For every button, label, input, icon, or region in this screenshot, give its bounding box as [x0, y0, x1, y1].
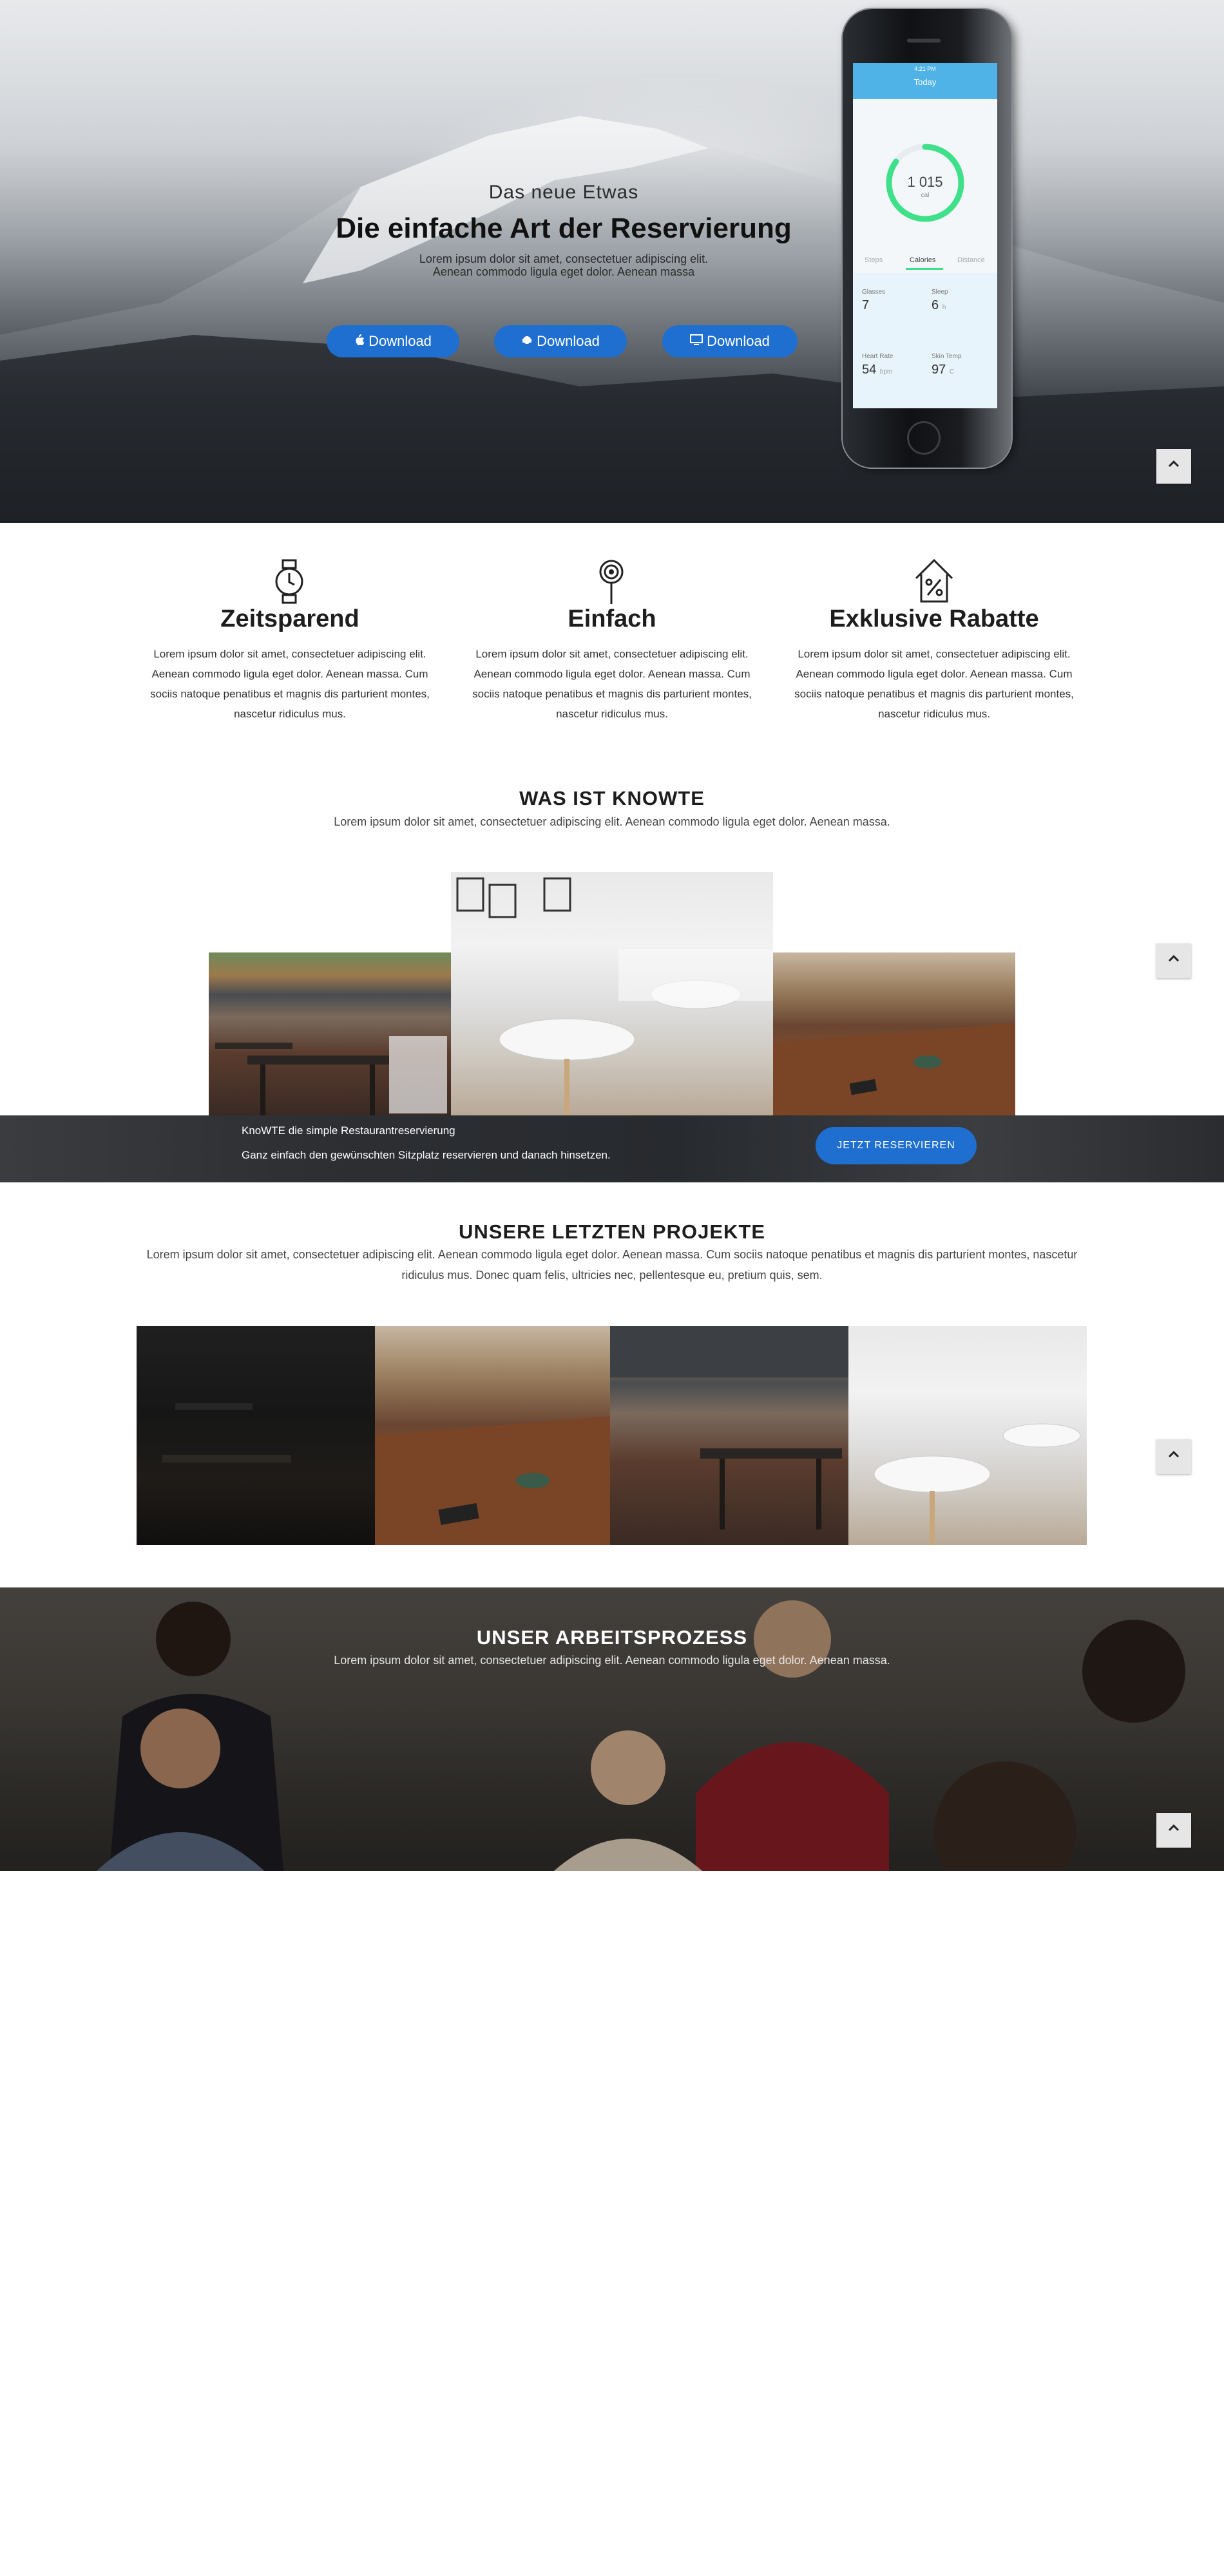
chevron-up-icon	[1168, 1824, 1180, 1832]
projects-title: UNSERE LETZTEN PROJEKTE	[459, 1220, 765, 1243]
project-photo-3[interactable]	[610, 1326, 848, 1545]
project-photo-2[interactable]	[375, 1326, 610, 1545]
download-ios-label: Download	[368, 333, 432, 349]
watch-icon	[275, 559, 303, 604]
chevron-up-icon	[1168, 954, 1180, 962]
reserve-now-button[interactable]: JETZT RESERVIEREN	[816, 1127, 977, 1164]
phone-status-time: 4:21 PM	[914, 66, 936, 72]
feature-text-einfach: Lorem ipsum dolor sit amet, consectetuer…	[472, 648, 752, 720]
phone-screen: Today 4:21 PM 1 015 cal Steps Calories D…	[853, 63, 997, 408]
stat-sleep: Sleep 6 h	[932, 289, 948, 312]
scroll-up-button[interactable]	[1156, 449, 1191, 484]
scroll-up-button-2[interactable]	[1156, 943, 1191, 978]
banner-headline: KnoWTE die simple Restaurantreservierung	[242, 1124, 455, 1137]
download-ios-button[interactable]: Download	[327, 325, 459, 357]
ring-unit: cal	[921, 192, 930, 199]
active-tab-indicator	[906, 268, 943, 270]
feature-text-rabatte: Lorem ipsum dolor sit amet, consectetuer…	[794, 648, 1074, 720]
feature-title-einfach: Einfach	[568, 605, 656, 632]
lollipop-icon	[599, 560, 624, 604]
phone-screen-title: Today	[913, 77, 937, 87]
ring-value: 1 015	[907, 174, 943, 190]
chevron-up-icon	[1168, 460, 1180, 468]
download-desktop-label: Download	[707, 333, 770, 349]
hero-kicker: Das neue Etwas	[488, 182, 639, 203]
photo-white-cafe	[451, 872, 773, 1115]
process-title: UNSER ARBEITSPROZESS	[476, 1626, 748, 1649]
hero-section: Das neue Etwas Die einfache Art der Rese…	[0, 0, 1224, 523]
chevron-up-icon	[1168, 1450, 1180, 1458]
stat-skin-temp: Skin Temp 97 C	[932, 353, 962, 377]
feature-title-rabatte: Exklusive Rabatte	[829, 605, 1039, 632]
phone-speaker	[907, 39, 941, 43]
stat-heart-rate: Heart Rate 54 bpm	[862, 353, 894, 377]
download-desktop-button[interactable]: Download	[662, 325, 798, 357]
desktop-icon	[690, 326, 703, 358]
android-icon	[521, 326, 533, 358]
discount-house-icon	[915, 558, 953, 603]
hero-title: Die einfache Art der Reservierung	[336, 213, 792, 244]
phone-tab-steps[interactable]: Steps	[865, 256, 883, 264]
scroll-up-button-3[interactable]	[1156, 1439, 1191, 1474]
project-photo-4[interactable]	[848, 1326, 1087, 1545]
scroll-up-button-4[interactable]	[1156, 1813, 1191, 1848]
projects-subtitle: Lorem ipsum dolor sit amet, consectetuer…	[146, 1248, 1078, 1282]
download-android-button[interactable]: Download	[494, 325, 627, 357]
feature-text-zeitsparend: Lorem ipsum dolor sit amet, consectetuer…	[150, 648, 430, 720]
banner-text: Ganz einfach den gewünschten Sitzplatz r…	[242, 1149, 611, 1161]
phone-mockup: Today 4:21 PM 1 015 cal Steps Calories D…	[843, 9, 1011, 468]
photo-street-cafe	[209, 952, 451, 1115]
feature-title-zeitsparend: Zeitsparend	[220, 605, 359, 632]
about-title: WAS IST KNOWTE	[519, 787, 705, 810]
apple-icon	[354, 326, 365, 358]
photo-wood-table	[773, 952, 1015, 1115]
process-subtitle: Lorem ipsum dolor sit amet, consectetuer…	[334, 1654, 890, 1667]
project-photo-1[interactable]	[137, 1326, 375, 1545]
download-android-label: Download	[537, 333, 600, 349]
phone-home-button	[907, 421, 941, 455]
phone-tab-calories[interactable]: Calories	[910, 256, 935, 264]
stat-glasses: Glasses 7	[862, 289, 886, 312]
phone-tab-distance[interactable]: Distance	[957, 256, 985, 264]
hero-description: Lorem ipsum dolor sit amet, consectetuer…	[419, 252, 709, 278]
about-subtitle: Lorem ipsum dolor sit amet, consectetuer…	[334, 815, 890, 828]
